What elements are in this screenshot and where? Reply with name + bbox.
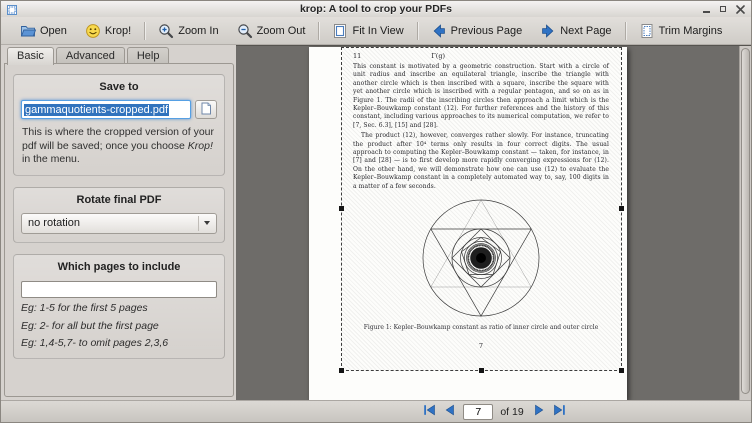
- combo-separator: [198, 216, 199, 231]
- rotation-select[interactable]: no rotation: [21, 213, 217, 234]
- scrollbar-thumb[interactable]: [741, 48, 750, 394]
- pages-example: Eg: 2- for all but the first page: [21, 320, 217, 333]
- toolbar-separator: [318, 22, 319, 40]
- save-to-title: Save to: [21, 81, 217, 93]
- toolbar-separator: [144, 22, 145, 40]
- crop-handle-left[interactable]: [339, 206, 344, 211]
- save-to-group: Save to gammaquotients-cropped.pdf This …: [13, 74, 225, 176]
- krop-window: krop: A tool to crop your PDFs Open Krop…: [0, 0, 752, 423]
- pages-input[interactable]: [21, 281, 217, 298]
- trim-margins-icon: [639, 23, 655, 39]
- pages-title: Which pages to include: [21, 261, 217, 273]
- pages-group: Which pages to include Eg: 1-5 for the f…: [13, 254, 225, 359]
- pdf-viewport[interactable]: 11 Γ(g) This constant is motivated by a …: [236, 45, 751, 401]
- close-icon: [736, 2, 745, 17]
- maximize-button[interactable]: [717, 3, 729, 15]
- example-prefix: Eg:: [21, 320, 37, 332]
- toolbar-separator: [625, 22, 626, 40]
- toolbar-button-label: Krop!: [105, 25, 131, 37]
- example-text: 1-5 for the first 5 pages: [37, 302, 148, 314]
- pages-example: Eg: 1-5 for the first 5 pages: [21, 302, 217, 315]
- tab-label: Basic: [17, 50, 44, 62]
- save-filename-value: gammaquotients-cropped.pdf: [24, 104, 169, 116]
- toolbar-button-label: Zoom Out: [257, 25, 306, 37]
- page-number-input[interactable]: [463, 404, 493, 420]
- pdf-page[interactable]: 11 Γ(g) This constant is motivated by a …: [309, 47, 627, 400]
- toolbar-button-label: Zoom In: [178, 25, 218, 37]
- rotate-title: Rotate final PDF: [21, 194, 217, 206]
- maximize-icon: [720, 6, 726, 12]
- window-title: krop: A tool to crop your PDFs: [1, 1, 751, 17]
- previous-page-button[interactable]: [442, 404, 458, 420]
- help-text-part: in the menu.: [22, 153, 80, 165]
- close-button[interactable]: [734, 3, 746, 15]
- smiley-icon: [85, 23, 101, 39]
- basic-tab-panel: Save to gammaquotients-cropped.pdf This …: [4, 63, 234, 397]
- folder-open-icon: [20, 23, 36, 39]
- previous-page-toolbar-button[interactable]: Previous Page: [423, 19, 531, 43]
- next-page-button[interactable]: [531, 404, 547, 420]
- fit-in-view-icon: [332, 23, 348, 39]
- page-total-label: of 19: [500, 406, 523, 418]
- help-text-emphasis: Krop!: [188, 140, 213, 152]
- rotate-group: Rotate final PDF no rotation: [13, 187, 225, 243]
- toolbar-button-label: Fit In View: [352, 25, 403, 37]
- arrow-left-icon: [431, 23, 447, 39]
- save-filename-input[interactable]: gammaquotients-cropped.pdf: [21, 100, 191, 119]
- pages-example: Eg: 1,4-5,7- to omit pages 2,3,6: [21, 337, 217, 350]
- tab-label: Advanced: [66, 50, 115, 62]
- toolbar-button-label: Trim Margins: [659, 25, 723, 37]
- app-icon: [6, 3, 18, 15]
- help-text-part: This is where the cropped version of you…: [22, 126, 214, 152]
- document-icon: [200, 102, 212, 118]
- first-page-button[interactable]: [421, 404, 437, 420]
- toolbar-button-label: Open: [40, 25, 67, 37]
- chevron-down-icon: [204, 221, 210, 225]
- main-toolbar: Open Krop! Zoom In Zoom Out Fit In View …: [1, 17, 751, 45]
- example-text: 2- for all but the first page: [37, 320, 159, 332]
- arrow-right-icon: [540, 23, 556, 39]
- tab-basic[interactable]: Basic: [7, 47, 54, 65]
- window-controls: [700, 3, 746, 15]
- crop-handle-right[interactable]: [619, 206, 624, 211]
- last-page-button[interactable]: [552, 404, 568, 420]
- vertical-scrollbar[interactable]: [739, 46, 751, 401]
- go-last-icon: [553, 404, 566, 419]
- go-first-icon: [423, 404, 436, 419]
- crop-selection[interactable]: [341, 47, 622, 371]
- example-text: 1,4-5,7- to omit pages 2,3,6: [37, 337, 168, 349]
- toolbar-separator: [417, 22, 418, 40]
- toolbar-button-label: Previous Page: [451, 25, 523, 37]
- browse-button[interactable]: [195, 100, 217, 119]
- status-bar: of 19: [1, 400, 751, 422]
- tab-label: Help: [137, 50, 160, 62]
- rotation-selected-value: no rotation: [28, 217, 80, 229]
- minimize-icon: [703, 11, 710, 13]
- titlebar: krop: A tool to crop your PDFs: [1, 1, 751, 18]
- page-navigation: of 19: [236, 401, 752, 422]
- crop-handle-bottom-left[interactable]: [339, 368, 344, 373]
- toolbar-button-label: Next Page: [560, 25, 611, 37]
- crop-handle-bottom-right[interactable]: [619, 368, 624, 373]
- go-previous-icon: [444, 404, 456, 419]
- open-button[interactable]: Open: [12, 19, 75, 43]
- go-next-icon: [533, 404, 545, 419]
- zoom-in-icon: [158, 23, 174, 39]
- example-prefix: Eg:: [21, 302, 37, 314]
- zoom-in-button[interactable]: Zoom In: [150, 19, 226, 43]
- example-prefix: Eg:: [21, 337, 37, 349]
- zoom-out-icon: [237, 23, 253, 39]
- zoom-out-button[interactable]: Zoom Out: [229, 19, 314, 43]
- next-page-toolbar-button[interactable]: Next Page: [532, 19, 619, 43]
- trim-margins-button[interactable]: Trim Margins: [631, 19, 731, 43]
- fit-in-view-button[interactable]: Fit In View: [324, 19, 411, 43]
- save-help-text: This is where the cropped version of you…: [22, 126, 216, 167]
- minimize-button[interactable]: [700, 3, 712, 15]
- crop-handle-bottom-center[interactable]: [479, 368, 484, 373]
- krop-button[interactable]: Krop!: [77, 19, 139, 43]
